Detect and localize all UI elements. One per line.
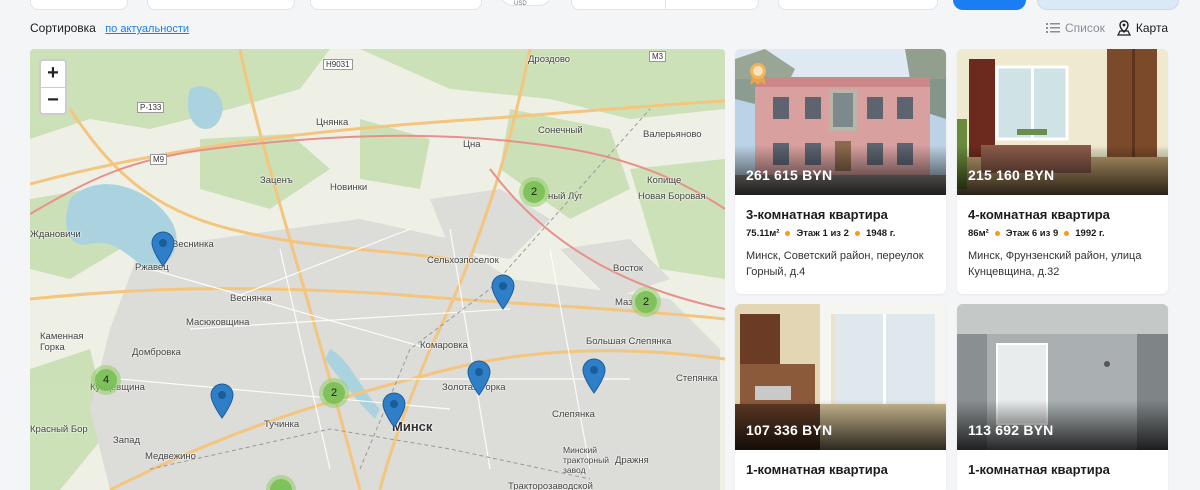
map-pin-icon[interactable] [382,392,406,428]
map-label: Новая Боровая [638,191,706,202]
map-pin-icon [1116,20,1131,36]
map-label: Слепянка [552,409,595,420]
road-shield: M9 [150,154,168,165]
map-label: Маз [615,297,633,308]
filter-field[interactable] [147,0,295,10]
listing-card[interactable]: 113 692 BYN 1-комнатная квартира [957,304,1168,490]
listing-card[interactable]: 215 160 BYN 4-комнатная квартира 86м² Эт… [957,49,1168,294]
award-badge-icon [750,63,766,85]
zoom-in-button[interactable]: + [41,61,65,87]
map-label: Ждановичи [30,229,81,240]
currency-switch[interactable]: USD [500,0,552,7]
map-label: Новинки [330,182,368,193]
map-label: Дроздово [528,54,571,65]
filter-field[interactable] [310,0,482,10]
listing-price: 261 615 BYN [746,167,833,183]
map-label: Большая Слепянка [586,336,672,347]
road-shield: M3 [649,51,667,62]
road-shield: P-133 [137,102,165,113]
map-cluster[interactable]: 2 [631,287,661,317]
listing-year: 1948 г. [865,228,896,239]
listing-photo: 215 160 BYN [957,49,1168,195]
listing-card[interactable]: 261 615 BYN 3-комнатная квартира 75.11м²… [735,49,946,294]
map-label: Медвежино [145,451,196,462]
currency-label: USD [514,1,527,7]
map-label: Красный Бор [30,424,88,435]
map-label: Заценъ [260,175,293,186]
listing-area: 75.11м² [746,228,780,239]
map-label: Степянка [676,373,718,384]
map-pin-icon[interactable] [151,231,175,267]
price-to-field[interactable] [665,0,759,10]
filter-bar: USD [0,0,1200,12]
map-label: Цна [463,139,481,150]
listing-year: 1992 г. [1075,228,1105,239]
listing-area: 86м² [968,228,989,239]
listing-meta: 75.11м² Этаж 1 из 2 1948 г. [746,228,935,239]
listing-photo: 107 336 BYN [735,304,946,450]
listing-price: 215 160 BYN [968,167,1055,183]
filter-toggle[interactable] [1037,0,1179,10]
map-label: Веснянка [230,293,272,304]
view-map-label: Карта [1135,21,1168,35]
price-from-field[interactable] [571,0,666,10]
listing-floor: Этаж 1 из 2 [796,228,849,239]
map-label: Восток [613,263,644,274]
map-cluster[interactable]: 2 [319,378,349,408]
map[interactable]: + − Дроздово H9031 M3 P-133 Цнянка Сонеч… [30,49,725,490]
map-cluster[interactable]: 2 [519,177,549,207]
map-label: Домбровка [132,347,181,358]
listing-address: Минск, Советский район, переулок Горный,… [746,250,924,278]
sort-control: Сортировка по актуальности [30,21,189,35]
road-shield: H9031 [323,59,353,70]
map-pin-icon[interactable] [467,360,491,396]
map-label: Тучинка [264,419,300,430]
listing-price: 113 692 BYN [968,422,1054,438]
list-icon [1045,23,1060,33]
filter-field[interactable] [778,0,938,10]
listing-meta: 86м² Этаж 6 из 9 1992 г. [968,228,1157,239]
view-list-label: Список [1064,21,1105,35]
map-pin-icon[interactable] [582,358,606,394]
map-cluster[interactable]: 4 [91,365,121,395]
listing-title: 1-комнатная квартира [968,462,1110,477]
listing-title: 1-комнатная квартира [746,462,888,477]
listing-card[interactable]: 107 336 BYN 1-комнатная квартира [735,304,946,490]
zoom-control: + − [39,59,67,115]
listing-photo: 113 692 BYN [957,304,1168,450]
map-pin-icon[interactable] [491,274,515,310]
sort-label: Сортировка [30,21,96,35]
listing-title: 3-комнатная квартира [746,207,888,222]
listing-address: Минск, Фрунзенский район, улица Кунцевщи… [968,250,1142,278]
map-label: Запад [113,435,140,446]
map-label: ный Луг [548,191,583,202]
map-label: Веснинка [172,239,214,250]
map-label: Дражня [615,455,649,466]
map-label: Сонечный [538,125,583,136]
map-label: Валерьяново [643,129,702,140]
listing-price: 107 336 BYN [746,422,833,438]
listing-photo: 261 615 BYN [735,49,946,195]
map-label: Сельхозпоселок [427,255,499,266]
map-pin-icon[interactable] [210,383,234,419]
view-toggle: Список Карта [1045,20,1168,36]
zoom-out-button[interactable]: − [41,87,65,113]
map-label: Масюковщина [186,317,250,328]
filter-field[interactable] [30,0,128,10]
map-label: Каменная Горка [40,331,84,353]
map-label: Цнянка [316,117,349,128]
view-map-button[interactable]: Карта [1116,20,1168,36]
search-button[interactable] [953,0,1026,10]
listing-title: 4-комнатная квартира [968,207,1110,222]
listing-floor: Этаж 6 из 9 [1005,228,1059,239]
map-label: Комаровка [420,340,468,351]
sort-value-link[interactable]: по актуальности [105,23,189,35]
map-label: Копище [647,175,682,186]
view-list-button[interactable]: Список [1045,21,1105,35]
map-label: Тракторозаводской [508,481,593,490]
